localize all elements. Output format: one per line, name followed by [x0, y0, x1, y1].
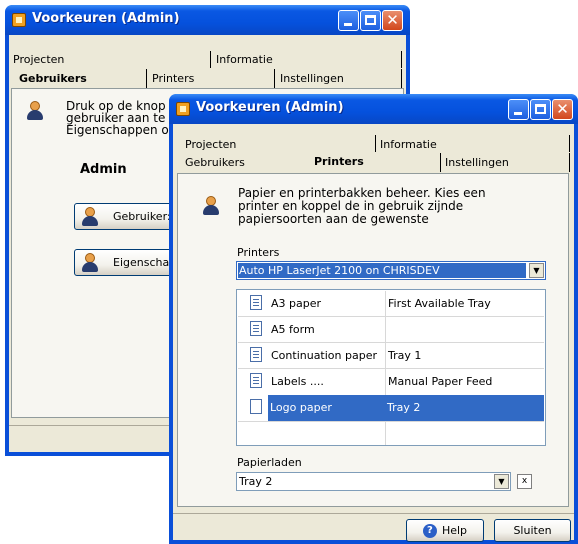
tab-printers[interactable]: Printers	[310, 153, 364, 171]
close-icon: ✕	[386, 11, 399, 29]
list-item-selected[interactable]: Logo paper Tray 2	[268, 395, 544, 421]
back-window-title: Voorkeuren (Admin)	[32, 11, 180, 26]
user-button-label: Gebruiker:	[113, 210, 171, 223]
minimize-button[interactable]	[338, 10, 359, 31]
front-titlebar[interactable]: Voorkeuren (Admin) ✕	[169, 94, 578, 124]
close-button[interactable]: ✕	[382, 10, 403, 31]
minimize-button[interactable]	[508, 99, 529, 120]
printer-select[interactable]: Auto HP LaserJet 2100 on CHRISDEV ▼	[236, 261, 546, 280]
user-key-icon	[81, 207, 99, 227]
papierladen-label: Papierladen	[237, 456, 302, 469]
close-icon: ✕	[556, 100, 569, 118]
printers-label: Printers	[237, 246, 280, 259]
paper-list[interactable]: A3 paper First Available Tray A5 form Co…	[236, 289, 546, 446]
tab-informatie[interactable]: Informatie	[212, 51, 273, 69]
list-item[interactable]: A5 form	[238, 317, 544, 343]
document-icon	[250, 321, 262, 336]
list-item[interactable]: A3 paper First Available Tray	[238, 291, 544, 317]
help-button[interactable]: ? Help	[406, 519, 484, 542]
tab-printers[interactable]: Printers	[148, 70, 194, 88]
tab-projecten[interactable]: Projecten	[9, 51, 64, 69]
tray-select[interactable]: Tray 2 ▼	[236, 472, 511, 491]
document-icon	[250, 373, 262, 388]
document-icon	[250, 295, 262, 310]
maximize-button[interactable]	[530, 99, 551, 120]
list-item[interactable]: Continuation paper Tray 1	[238, 343, 544, 369]
description-line-3: papiersoorten aan de gewenste	[238, 212, 429, 226]
chevron-down-icon[interactable]: ▼	[494, 474, 509, 489]
tray-select-value: Tray 2	[239, 475, 273, 488]
chevron-down-icon[interactable]: ▼	[529, 263, 544, 278]
tab-instellingen[interactable]: Instellingen	[441, 154, 509, 172]
document-icon	[250, 399, 262, 414]
description-line-3: Eigenschappen o	[66, 123, 169, 137]
tab-informatie[interactable]: Informatie	[376, 136, 437, 154]
app-icon	[176, 102, 190, 116]
tab-instellingen[interactable]: Instellingen	[276, 70, 344, 88]
close-button[interactable]: ✕	[552, 99, 573, 120]
front-window-title: Voorkeuren (Admin)	[196, 100, 344, 115]
user-icon	[26, 101, 44, 121]
tab-gebruikers[interactable]: Gebruikers	[15, 70, 87, 88]
printer-user-icon	[202, 196, 220, 216]
printers-panel: Papier en printerbakken beheer. Kies een…	[177, 173, 569, 507]
list-item[interactable]: Labels .... Manual Paper Feed	[238, 369, 544, 395]
tab-gebruikers[interactable]: Gebruikers	[181, 154, 245, 172]
back-titlebar[interactable]: Voorkeuren (Admin) ✕	[5, 5, 410, 35]
help-icon: ?	[422, 524, 437, 538]
maximize-button[interactable]	[360, 10, 381, 31]
printer-select-value: Auto HP LaserJet 2100 on CHRISDEV	[238, 263, 526, 278]
app-icon	[12, 13, 26, 27]
document-icon	[250, 347, 262, 362]
clear-tray-button[interactable]: x	[517, 474, 532, 489]
sluiten-button[interactable]: Sluiten	[494, 519, 571, 542]
admin-label: Admin	[80, 162, 127, 177]
tab-projecten[interactable]: Projecten	[181, 136, 236, 154]
properties-button-label: Eigenschap	[113, 256, 177, 269]
user-properties-icon	[81, 253, 99, 273]
front-client-area: Projecten Informatie Gebruikers Printers…	[173, 124, 574, 542]
front-window: Voorkeuren (Admin) ✕ Projecten Informati…	[169, 94, 578, 544]
help-button-label: Help	[441, 524, 468, 537]
